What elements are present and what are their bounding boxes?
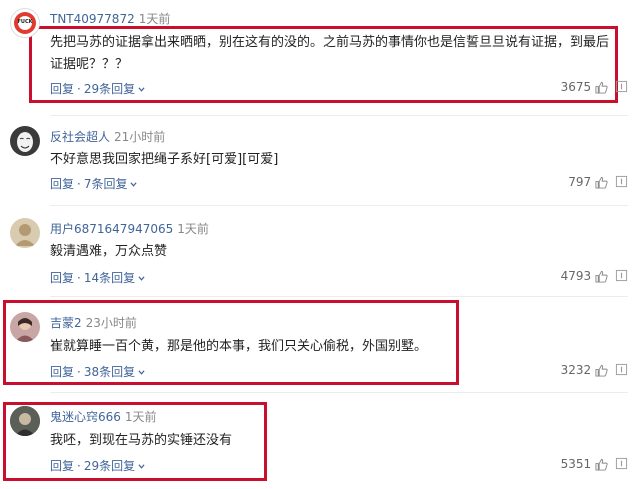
comment-content: 崔就算睡一百个黄，那是他的本事，我们只关心偷税，外国别墅。 bbox=[50, 339, 428, 354]
divider bbox=[50, 115, 628, 116]
chevron-down-icon bbox=[138, 87, 145, 92]
comment-username[interactable]: TNT40977872 bbox=[50, 12, 135, 26]
default-user-avatar-icon bbox=[15, 224, 35, 246]
view-replies-button[interactable]: 14条回复 bbox=[84, 271, 145, 285]
view-replies-button[interactable]: 29条回复 bbox=[84, 459, 145, 473]
report-icon[interactable] bbox=[615, 269, 628, 282]
thumbs-up-icon[interactable] bbox=[595, 458, 608, 471]
chevron-down-icon bbox=[138, 370, 145, 375]
reply-button[interactable]: 回复 bbox=[50, 459, 74, 473]
mask-avatar-icon bbox=[17, 132, 33, 152]
avatar-badge-text: FUCK bbox=[17, 19, 33, 25]
avatar[interactable] bbox=[10, 406, 40, 436]
divider bbox=[50, 205, 628, 206]
like-count: 797 bbox=[568, 175, 592, 189]
comment-username[interactable]: 吉蒙2 bbox=[50, 316, 82, 330]
reply-button[interactable]: 回复 bbox=[50, 365, 74, 379]
photo-avatar-icon bbox=[15, 318, 35, 342]
thumbs-up-icon[interactable] bbox=[595, 364, 608, 377]
thumbs-up-icon[interactable] bbox=[595, 176, 608, 189]
comment-content: 不好意思我回家把绳子系好[可爱][可爱] bbox=[50, 152, 279, 167]
divider bbox=[50, 392, 628, 393]
reply-button[interactable]: 回复 bbox=[50, 271, 74, 285]
like-count: 4793 bbox=[560, 269, 592, 283]
thumbs-up-icon[interactable] bbox=[595, 81, 608, 94]
photo-avatar-icon bbox=[10, 406, 40, 436]
comment-content: 先把马苏的证据拿出来晒晒，别在这有的没的。之前马苏的事情你也是信誓旦旦说有证据，… bbox=[50, 35, 610, 72]
avatar[interactable] bbox=[10, 312, 40, 342]
divider bbox=[50, 296, 628, 297]
report-icon[interactable] bbox=[615, 363, 628, 376]
chevron-down-icon bbox=[138, 464, 145, 469]
comment-content: 我呸，到现在马苏的实锤还没有 bbox=[50, 433, 233, 448]
like-count: 3675 bbox=[560, 80, 592, 94]
report-icon[interactable] bbox=[615, 175, 628, 188]
comment-time: 23小时前 bbox=[85, 316, 137, 330]
avatar[interactable] bbox=[10, 218, 40, 248]
reply-button[interactable]: 回复 bbox=[50, 177, 74, 191]
comment-time: 21小时前 bbox=[114, 130, 166, 144]
view-replies-button[interactable]: 29条回复 bbox=[84, 82, 145, 96]
like-count: 5351 bbox=[560, 457, 592, 471]
chevron-down-icon bbox=[130, 182, 138, 187]
report-icon[interactable] bbox=[615, 80, 628, 93]
view-replies-button[interactable]: 38条回复 bbox=[84, 365, 145, 379]
comment-username[interactable]: 鬼迷心窍666 bbox=[50, 410, 121, 424]
chevron-down-icon bbox=[138, 276, 145, 281]
comment-time: 1天前 bbox=[177, 222, 209, 236]
avatar[interactable]: FUCK bbox=[10, 8, 40, 38]
report-icon[interactable] bbox=[615, 457, 628, 470]
comment-time: 1天前 bbox=[138, 12, 171, 26]
view-replies-button[interactable]: 7条回复 bbox=[84, 177, 138, 191]
comment-username[interactable]: 反社会超人 bbox=[50, 130, 110, 144]
thumbs-up-icon[interactable] bbox=[595, 270, 608, 283]
reply-button[interactable]: 回复 bbox=[50, 82, 74, 96]
like-count: 3232 bbox=[560, 363, 592, 377]
comment-username[interactable]: 用户6871647947065 bbox=[50, 222, 173, 236]
comment-time: 1天前 bbox=[124, 410, 157, 424]
comment-content: 毅清遇难，万众点赞 bbox=[50, 244, 168, 259]
avatar[interactable] bbox=[10, 126, 40, 156]
